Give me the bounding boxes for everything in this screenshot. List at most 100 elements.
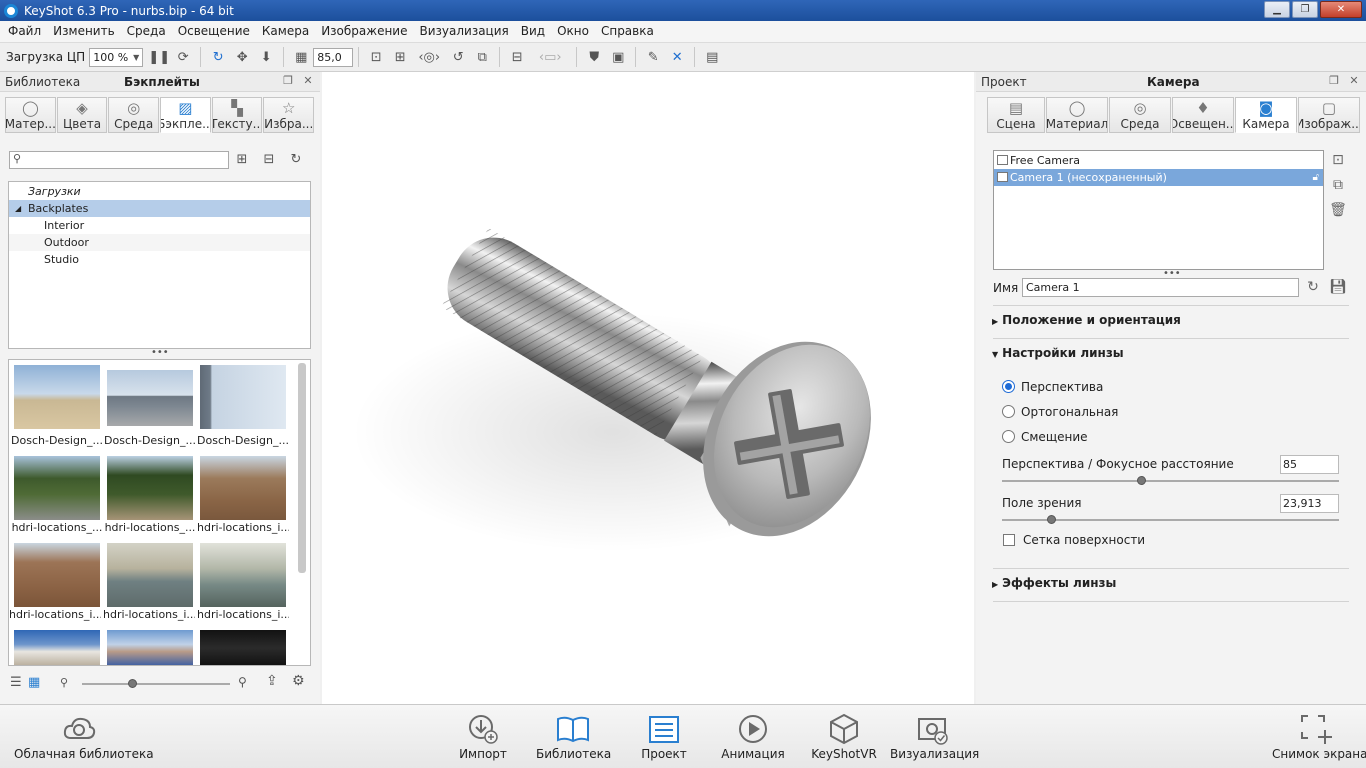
fov-field-input[interactable]: 23,913 (1280, 494, 1339, 513)
focal-length-knob[interactable] (1137, 476, 1146, 485)
keyshotvr-button[interactable]: KeyShotVR (810, 705, 878, 768)
thumbnail-image[interactable] (14, 365, 100, 429)
menu-environment[interactable]: Среда (121, 21, 172, 42)
close-button[interactable]: ✕ (1320, 1, 1362, 18)
render-button[interactable]: Визуализация (890, 705, 979, 768)
undock-icon[interactable]: ❐ (281, 74, 295, 88)
add-folder-icon[interactable]: ⊞ (233, 151, 251, 169)
menu-help[interactable]: Справка (595, 21, 660, 42)
performance-mode-icon[interactable]: ⟳ (173, 47, 193, 67)
thumbnail-image[interactable] (200, 543, 286, 607)
camera-reset-icon[interactable]: ↺ (448, 47, 468, 67)
tab-material[interactable]: ◯ Материал (1046, 97, 1108, 133)
paint-icon[interactable]: ✎ (643, 47, 663, 67)
camera-item-camera1[interactable]: Camera 1 (несохраненный) 🔓︎ (994, 169, 1323, 186)
thumbnail-size-slider[interactable] (82, 683, 230, 685)
camera-name-input[interactable]: Camera 1 (1022, 278, 1299, 297)
menu-edit[interactable]: Изменить (47, 21, 121, 42)
duplicate-camera-icon[interactable]: ⧉ (1328, 175, 1348, 195)
library-button[interactable]: Библиотека (536, 705, 611, 768)
thumbnail-image[interactable] (200, 456, 286, 520)
thumbnail-size-knob[interactable] (128, 679, 137, 688)
tab-favorites[interactable]: ☆ Избра... (263, 97, 315, 133)
folder-settings-icon[interactable]: ⚙ (292, 673, 305, 689)
close-panel-icon[interactable]: ✕ (301, 74, 315, 88)
grid-view-icon[interactable]: ▦ (28, 675, 40, 690)
list-view-icon[interactable]: ☰ (10, 675, 22, 690)
menu-lighting[interactable]: Освещение (172, 21, 256, 42)
camera-add-icon[interactable]: ⊡ (366, 47, 386, 67)
tab-environments[interactable]: ◎ Среда (108, 97, 160, 133)
thumbnail-image[interactable] (107, 543, 193, 607)
fov-knob[interactable] (1047, 515, 1056, 524)
tree-item-studio[interactable]: Studio (9, 251, 310, 268)
menu-view[interactable]: Вид (515, 21, 551, 42)
maximize-button[interactable]: ❐ (1292, 1, 1318, 18)
delete-camera-icon[interactable]: 🗑︎ (1328, 200, 1348, 220)
studio-add-icon[interactable]: ⊟ (507, 47, 527, 67)
tab-image[interactable]: ▢ Изображ... (1298, 97, 1360, 133)
section-lens-settings[interactable]: ▼ Настройки линзы (992, 346, 1124, 360)
tab-backplates[interactable]: ▨Бэкпле... (160, 97, 211, 133)
tree-item-downloads[interactable]: Загрузки (9, 183, 310, 200)
menu-camera[interactable]: Камера (256, 21, 315, 42)
animation-button[interactable]: Анимация (720, 705, 786, 768)
thumbnail-image[interactable] (107, 630, 193, 665)
unlock-icon[interactable]: 🔓︎ (1313, 169, 1319, 186)
drop-to-ground-icon[interactable]: ⬇ (256, 47, 276, 67)
tab-textures[interactable]: ▚ Тексту... (211, 97, 263, 133)
tree-item-outdoor[interactable]: Outdoor (9, 234, 310, 251)
minimize-button[interactable]: ▁ (1264, 1, 1290, 18)
camera-prev-icon[interactable]: ‹◎› (414, 47, 444, 67)
menu-render[interactable]: Визуализация (413, 21, 514, 42)
zoom-in-icon[interactable]: ⚲ (238, 675, 247, 689)
fit-view-icon[interactable]: ✥ (232, 47, 252, 67)
tab-lighting[interactable]: ♦ Освещен... (1172, 97, 1234, 133)
radio-shift[interactable] (1002, 430, 1015, 443)
menu-window[interactable]: Окно (551, 21, 595, 42)
tab-camera[interactable]: ◙ Камера (1235, 97, 1297, 133)
project-button[interactable]: Проект (636, 705, 692, 768)
radio-perspective[interactable] (1002, 380, 1015, 393)
add-camera-icon[interactable]: ⊡ (1328, 150, 1348, 170)
thumbnail-image[interactable] (200, 365, 286, 429)
thumbnail-image[interactable] (14, 543, 100, 607)
close-panel-icon[interactable]: ✕ (1347, 74, 1361, 88)
tab-scene[interactable]: ▤ Сцена (987, 97, 1045, 133)
cpu-usage-select[interactable]: 100 % ▼ (89, 47, 144, 67)
pause-icon[interactable]: ❚❚ (148, 47, 170, 67)
thumbnail-scrollbar[interactable] (298, 363, 306, 573)
thumbnail-image[interactable] (107, 370, 193, 426)
section-lens-effects[interactable]: ▶ Эффекты линзы (992, 576, 1116, 590)
reset-camera-icon[interactable]: ↻ (1303, 277, 1323, 297)
thumbnail-image[interactable] (14, 630, 100, 665)
thumbnail-image[interactable] (200, 630, 286, 665)
material-shield-icon[interactable]: ⛊ (584, 47, 604, 67)
screenshot-button[interactable]: Снимок экрана (1272, 705, 1366, 768)
focal-length-slider[interactable] (1002, 480, 1339, 482)
surface-grid-checkbox[interactable] (1003, 534, 1015, 546)
console-icon[interactable]: ▤ (702, 47, 722, 67)
tab-materials[interactable]: ◯ Матер... (5, 97, 56, 133)
cloud-library-button[interactable]: Облачная библиотека (14, 705, 154, 768)
refresh-library-icon[interactable]: ↻ (287, 151, 305, 169)
move-tool-icon[interactable]: ✕ (667, 47, 687, 67)
tree-item-backplates[interactable]: ◢ Backplates (9, 200, 310, 217)
import-button[interactable]: Импорт (452, 705, 514, 768)
section-position-orientation[interactable]: ▶ Положение и ориентация (992, 313, 1181, 327)
menu-file[interactable]: Файл (2, 21, 47, 42)
menu-image[interactable]: Изображение (315, 21, 413, 42)
focal-length-input[interactable]: 85 (1280, 455, 1339, 474)
camera-lock-icon[interactable]: ⊞ (390, 47, 410, 67)
tab-colors[interactable]: ◈ Цвета (56, 97, 108, 133)
thumbnail-image[interactable] (107, 456, 193, 520)
studio-switch-icon[interactable]: ‹▭› (531, 47, 569, 67)
fov-input[interactable]: 85,0 (313, 47, 354, 67)
library-search-input[interactable]: ⚲ (9, 151, 229, 169)
undock-icon[interactable]: ❐ (1327, 74, 1341, 88)
collapse-triangle-icon[interactable]: ◢ (15, 200, 21, 217)
tab-environment[interactable]: ◎ Среда (1109, 97, 1171, 133)
tree-item-interior[interactable]: Interior (9, 217, 310, 234)
camera-copy-icon[interactable]: ⧉ (472, 47, 492, 67)
zoom-out-icon[interactable]: ⚲ (60, 676, 68, 689)
